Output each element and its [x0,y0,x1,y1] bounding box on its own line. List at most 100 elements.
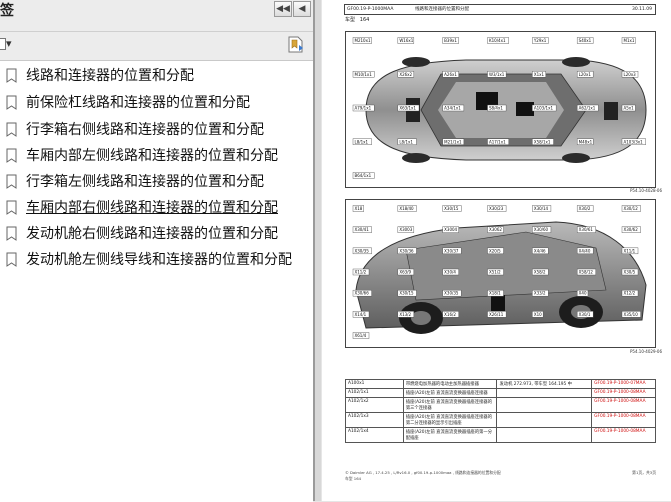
row-note [496,412,593,428]
callout-label: X26/11 [489,312,504,317]
callout-label: X30/2 [579,206,591,211]
callout-label: X63/9 [399,270,411,275]
bookmark-item[interactable]: 车厢内部左侧线路和连接器的位置和分配 [6,144,278,166]
callout-label: X30/36 [399,248,414,253]
bookmarks-panel: 签 ◀◀ ◀ ▾ 线路和连接器的位置和分配 前保险杠线路和连接器的位置和分配 行… [0,0,314,502]
bookmark-label: 前保险杠线路和连接器的位置和分配 [26,95,250,111]
callout-label: X30/5 [624,270,636,275]
bookmark-item[interactable]: 前保险杠线路和连接器的位置和分配 [6,91,250,113]
callout-label: A103/1x1 [534,106,554,111]
callout-label: M210x1 [355,38,371,43]
callout-label: X18 [355,206,363,211]
callout-label: A79/1x1 [355,106,372,111]
close-panel-button[interactable]: ◀ [293,1,311,17]
row-code: A102/1x1 [345,388,404,398]
header-code: GF00.19-P-1000MAA [347,7,394,12]
callout-label: L8/1x1 [399,139,413,144]
figure1-caption: P54.10-4028-06 [630,188,663,193]
callout-label: A62/1x1 [579,106,596,111]
table-row: A102/1x4 插座(A20)左前 直流直流变换器插座的第一分配插座 GF00… [345,427,656,443]
callout-label: A5x1 [624,106,635,111]
figure-top-view: M210x1 W16x1 B39x1 K10/4x1 Y29x1 S40x1 M1x1 M10… [345,31,656,188]
scrollbar-track[interactable] [315,0,321,501]
callout-label: X12/2 [624,291,636,296]
callout-label: X18/40 [399,206,414,211]
callout-label: X30/37 [444,248,459,253]
table-row: A102/1x1 插座(A20)左前 直流直流变换器插座连接器 GF00.19-… [345,388,656,398]
callout-label: X30/15 [399,291,414,296]
row-note [496,388,593,398]
bookmark-list: 线路和连接器的位置和分配 前保险杠线路和连接器的位置和分配 行李箱右侧线路和连接… [0,60,313,502]
bookmark-label: 行李箱左侧线路和连接器的位置和分配 [26,174,264,190]
row-desc: 插座(A20)左前 直流直流变换器插座的第一分配插座 [402,427,498,443]
figure-interior-view: X18 X18/40 X30/15 X30/23 X30/14 X30/2 X30/12 X3… [345,199,656,348]
callout-label: S40x1 [579,38,592,43]
callout-label: X61/4 [355,333,367,338]
collapse-panel-button[interactable]: ◀◀ [274,1,292,17]
options-dropdown[interactable]: ▾ [0,37,12,50]
row-code: A102/1x3 [345,412,404,428]
callout-label: Y29x1 [533,38,547,43]
callout-label: X13/2 [399,312,411,317]
row-code: A102/1x4 [345,427,404,443]
row-code: A100x1 [345,379,404,389]
panel-title: 签 [0,3,14,19]
row-ref-link[interactable]: GF00.19-P-1000-08MAA [591,388,656,398]
callout-label: L20x3 [624,72,637,77]
bookmark-item[interactable]: 线路和连接器的位置和分配 [6,64,194,86]
bookmark-icon [6,174,17,189]
callout-label: W16x1 [399,38,413,43]
bookmark-item[interactable]: 行李箱右侧线路和连接器的位置和分配 [6,118,264,140]
callout-label: X30/60 [534,227,549,232]
bookmark-item[interactable]: 行李箱左侧线路和连接器的位置和分配 [6,170,264,192]
callout-label: X30/61 [579,227,594,232]
figure2-caption: P54.10-4029-06 [630,349,663,354]
callout-label: A26x1 [444,72,457,77]
footer-page-number: 第1页，共3页 [632,470,656,475]
callout-label: K10/4x1 [489,38,506,43]
bookmark-item[interactable]: 发动机舱右侧线路和连接器的位置和分配 [6,222,278,244]
callout-label: A17/1x1 [489,139,506,144]
bookmark-icon [6,148,17,163]
bookmark-label: 车厢内部左侧线路和连接器的位置和分配 [26,148,278,164]
callout-label: X11/1 [624,248,636,253]
callout-label: A103/3x1 [624,139,644,144]
callout-label: L20x1 [579,72,592,77]
callout-label: X3003 [399,227,412,232]
bookmark-label: 发动机舱左侧线导线和连接器的位置和分配 [26,252,292,268]
table-row: A102/1x3 插座(A20)左前 直流直流变换器插座连接器的第二分连接器的显… [345,412,656,428]
callout-label: X30/4 [444,270,456,275]
table-row: A102/1x2 插座(A20)左前 直流直流变换器插座连接器的第三个连接器 G… [345,397,656,413]
car-side-view-diagram: X18 X18/40 X30/15 X30/23 X30/14 X30/2 X30/12 X3… [352,205,647,339]
callout-label: X4/40 [579,248,591,253]
callout-label: X30/35 [355,248,370,253]
callout-label: X16/2 [444,312,456,317]
row-ref-link[interactable]: GF00.19-P-1000-08MAA [591,412,656,428]
row-ref-link[interactable]: GF00.19-P-1000-08MAA [591,427,656,443]
callout-label: X30/62 [624,227,639,232]
callout-label: X4/46 [534,248,546,253]
footer-left: © Daimler AG , 17.4.25 , L/Rv16.0 , gf00… [345,470,501,475]
row-ref-link[interactable]: GF00.19-P-1000-07MAA [591,379,656,389]
new-bookmark-icon[interactable] [286,34,306,54]
bookmark-label: 发动机舱右侧线路和连接器的位置和分配 [26,226,278,242]
callout-label: X18/1 [489,291,501,296]
bookmark-label: 线路和连接器的位置和分配 [26,68,194,84]
row-ref-link[interactable]: GF00.19-P-1000-08MAA [591,397,656,413]
car-top-view-diagram: M210x1 W16x1 B39x1 K10/4x1 Y29x1 S40x1 M1x1 M10… [352,37,647,179]
row-desc: 带燃烧电加热器的电动主加热器插接器 [402,379,498,389]
bookmark-item-selected[interactable]: 车厢内部右侧线路和连接器的位置和分配 [6,196,278,218]
row-note [496,397,593,413]
callout-label: X10 [534,312,542,317]
row-note: 发动机 272.973, 带车型 164.195 中 [496,379,593,389]
document-header: GF00.19-P-1000MAA 线路和连接器的位置和分配 30.11.09 [344,4,656,15]
callout-label: X30/12 [624,206,639,211]
row-desc: 插座(A20)左前 直流直流变换器插座连接器的第三个连接器 [402,397,498,413]
bookmark-item[interactable]: 发动机舱左侧线导线和连接器的位置和分配 [6,248,292,270]
callout-label: X26x2 [399,72,412,77]
header-date: 30.11.09 [631,7,652,12]
callout-label: X1x1 [534,72,545,77]
model-line: 车型 164 [345,17,370,23]
callout-label: X30/41 [355,227,370,232]
bookmark-icon [6,226,17,241]
